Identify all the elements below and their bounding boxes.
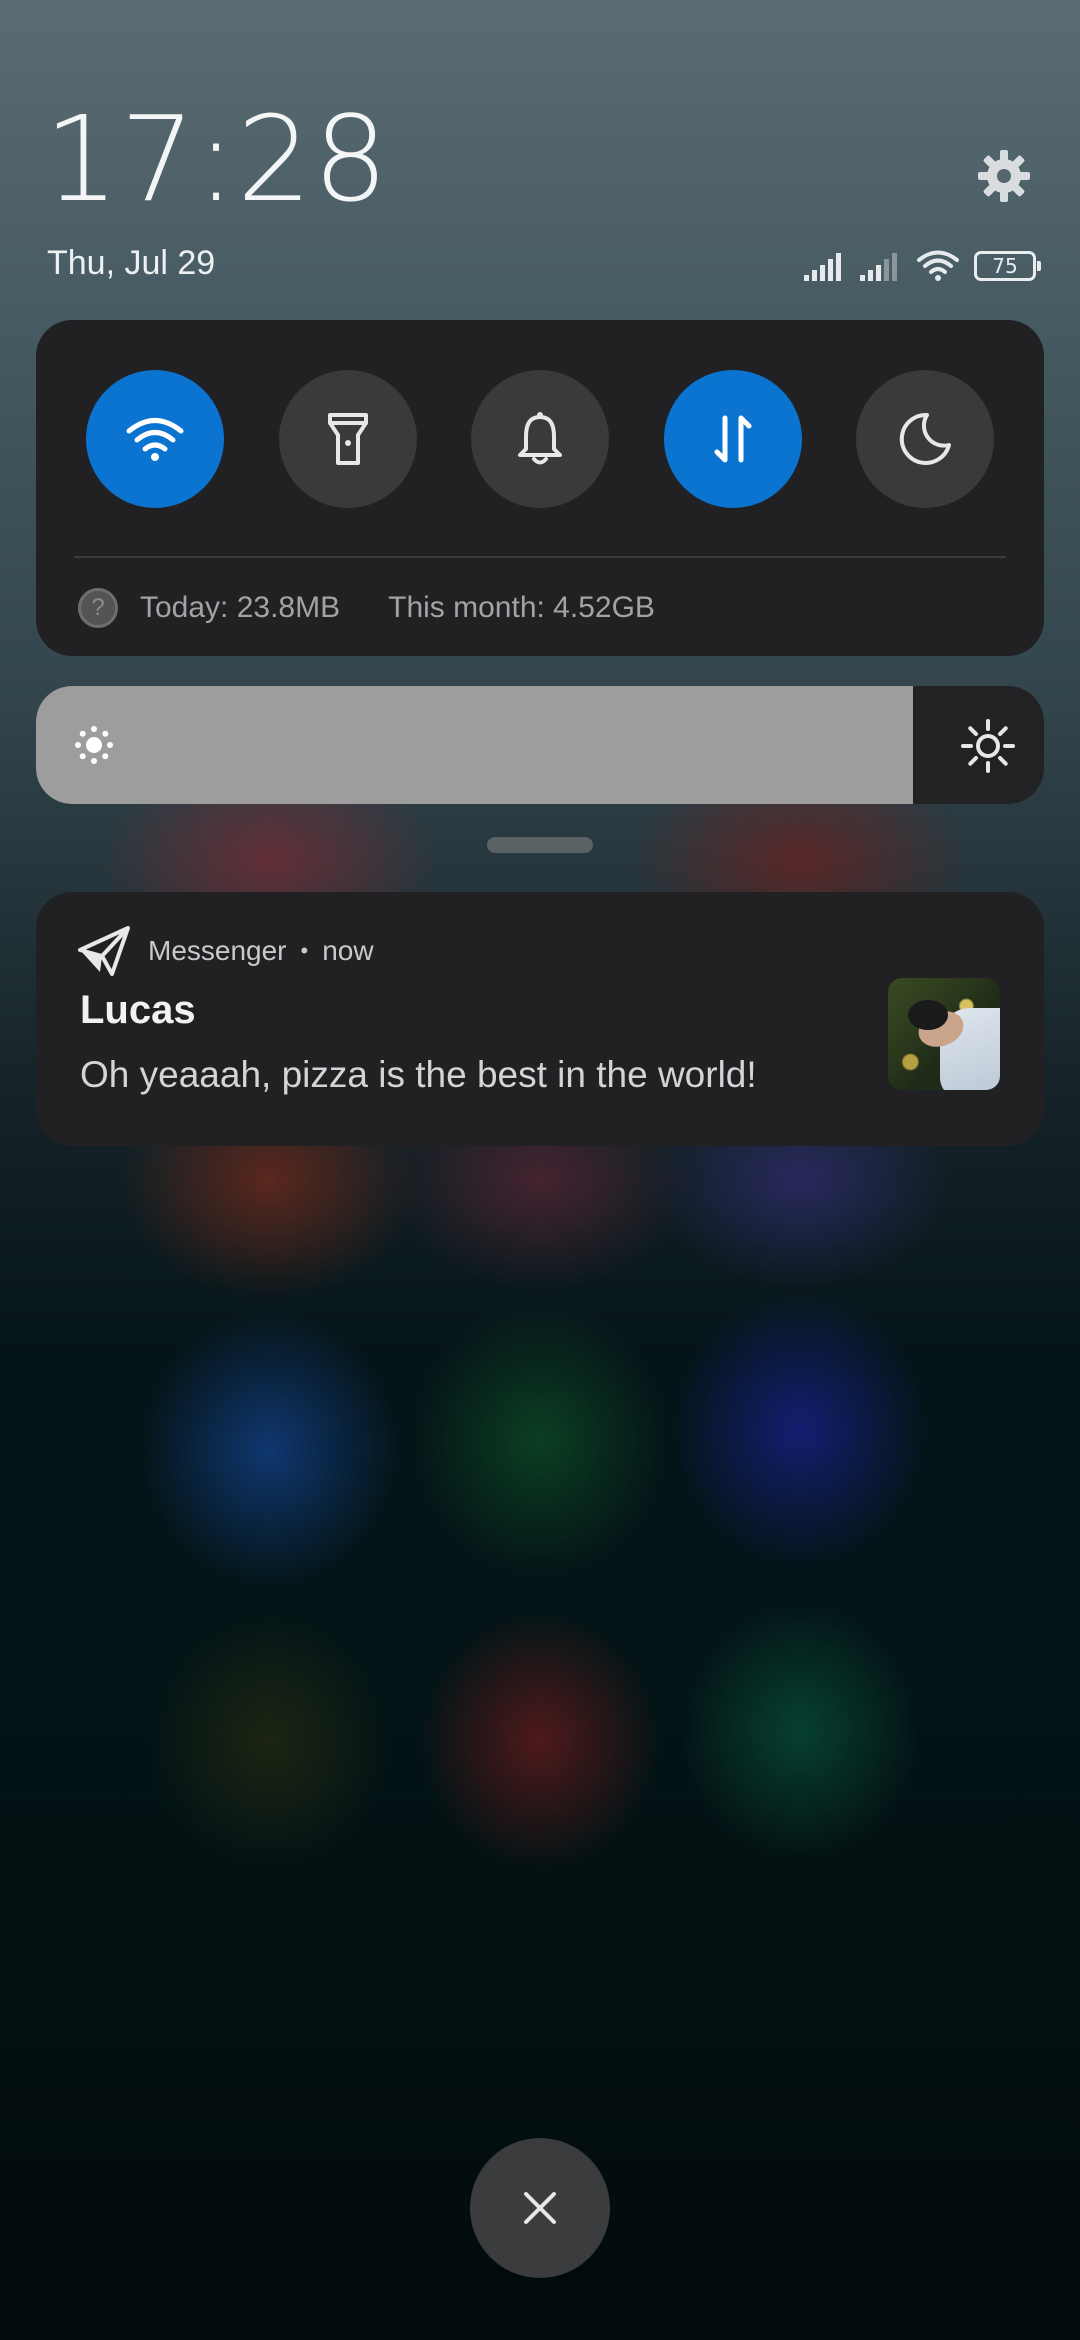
- mobile-data-icon: [714, 415, 752, 463]
- gear-icon: [978, 150, 1030, 202]
- status-icons: 75: [804, 246, 1041, 286]
- close-icon: [524, 2192, 556, 2224]
- brightness-high-icon: [961, 719, 1015, 773]
- data-usage-today: Today: 23.8MB: [140, 591, 341, 624]
- ringer-toggle[interactable]: [471, 370, 609, 508]
- cellular-signal-1-icon: [804, 253, 841, 281]
- help-icon: ?: [78, 588, 118, 628]
- wifi-icon: [126, 418, 184, 461]
- clock-time: 17:28: [44, 90, 390, 228]
- notification-app-name: Messenger: [148, 935, 287, 966]
- clear-notifications-button[interactable]: [470, 2138, 610, 2278]
- cellular-signal-2-icon: [860, 253, 897, 281]
- data-usage-row[interactable]: ? Today: 23.8MB This month: 4.52GB: [78, 588, 655, 628]
- battery-icon: 75: [974, 251, 1041, 281]
- notification-separator: •: [300, 938, 309, 963]
- brightness-slider[interactable]: [36, 686, 1044, 804]
- notification-header: Messenger • now: [78, 926, 374, 976]
- drag-handle[interactable]: [487, 837, 593, 853]
- quick-settings-panel: ? Today: 23.8MB This month: 4.52GB: [36, 320, 1044, 656]
- bell-icon: [518, 412, 562, 465]
- data-usage-month: This month: 4.52GB: [388, 591, 655, 624]
- date-label: Thu, Jul 29: [47, 244, 216, 282]
- notification-title: Lucas: [80, 988, 196, 1032]
- paper-plane-icon: [78, 926, 130, 976]
- brightness-low-icon: [75, 726, 113, 764]
- wifi-icon: [917, 250, 959, 281]
- notification-time: now: [322, 935, 374, 966]
- notification-body: Oh yeaaah, pizza is the best in the worl…: [80, 1054, 757, 1095]
- brightness-level-fill: [36, 686, 913, 804]
- settings-button[interactable]: [976, 148, 1032, 204]
- wifi-toggle[interactable]: [86, 370, 224, 508]
- mobile-data-toggle[interactable]: [664, 370, 802, 508]
- flashlight-toggle[interactable]: [279, 370, 417, 508]
- notification-card[interactable]: Messenger • now Lucas Oh yeaaah, pizza i…: [36, 892, 1044, 1146]
- quick-settings-divider: [74, 556, 1006, 558]
- flashlight-icon: [328, 413, 368, 465]
- moon-icon: [899, 412, 951, 465]
- dark-mode-toggle[interactable]: [856, 370, 994, 508]
- notification-thumbnail: [888, 978, 1000, 1090]
